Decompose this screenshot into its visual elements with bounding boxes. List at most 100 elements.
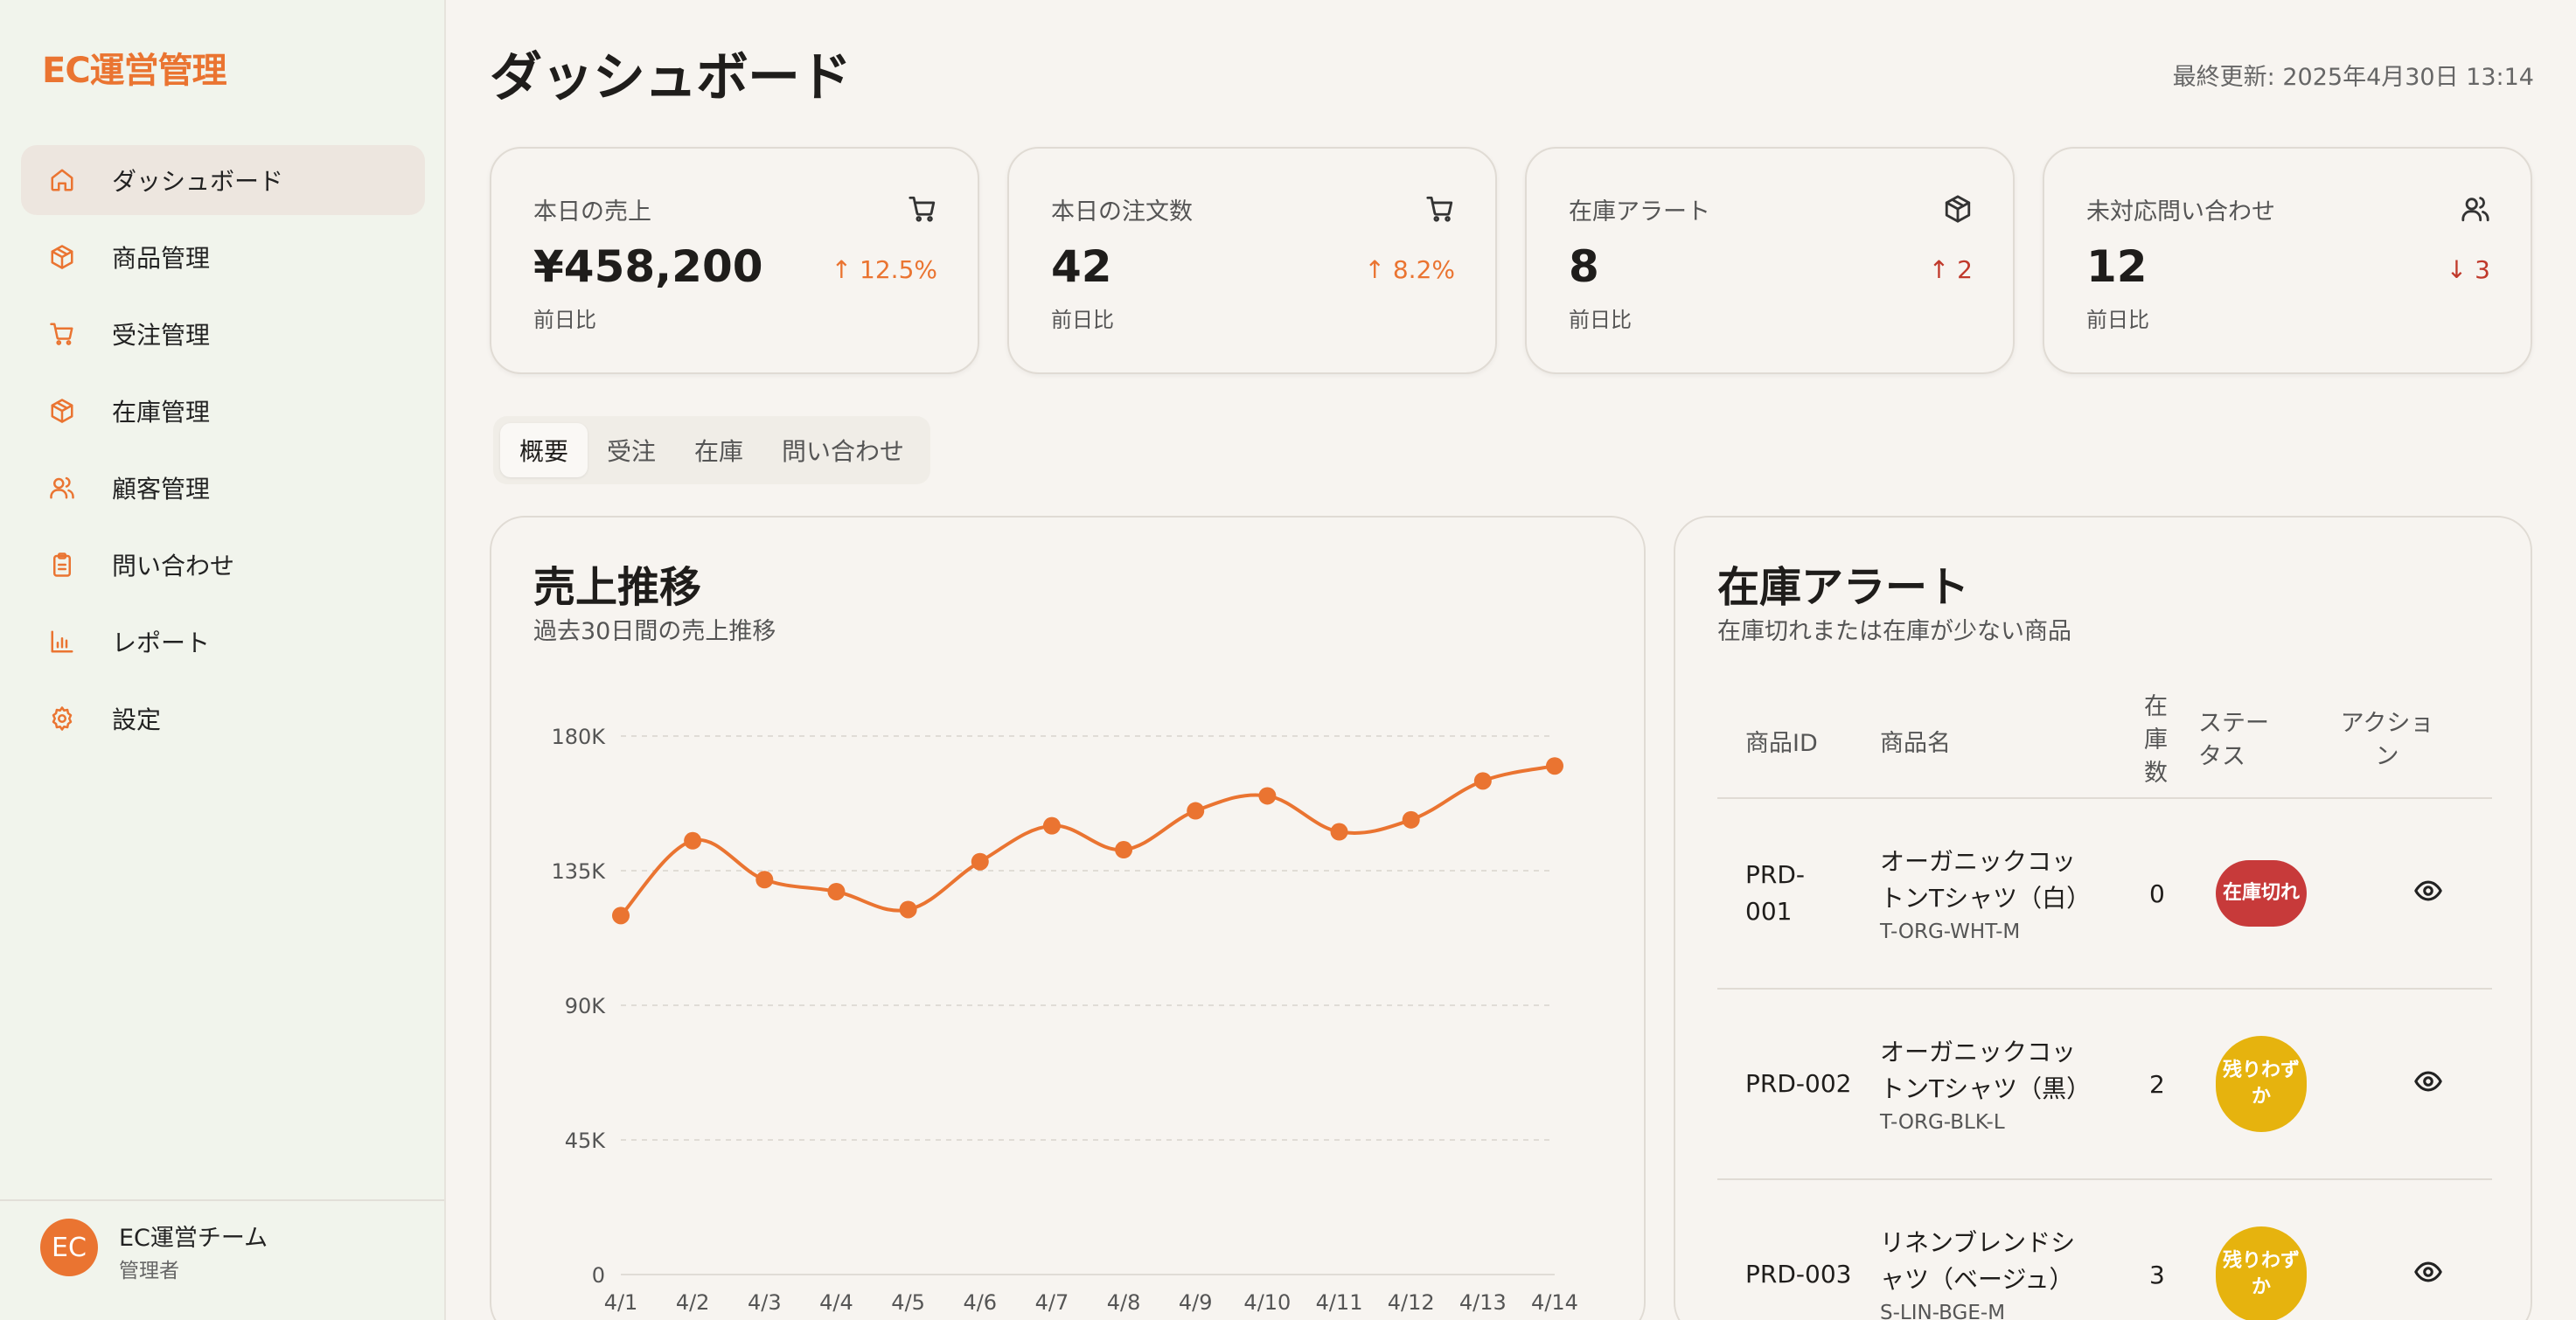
kpi-value: 42	[1051, 241, 1112, 292]
data-point	[1258, 787, 1277, 805]
kpi-value: 8	[1569, 241, 1599, 292]
status-badge: 在庫切れ	[2216, 860, 2307, 927]
product-sku: T-ORG-BLK-L	[1880, 1111, 2005, 1134]
sidebar-item-reports[interactable]: レポート	[21, 607, 425, 677]
table-row: PRD-001 オーガニックコットンTシャツ（白） T-ORG-WHT-M 0 …	[1717, 799, 2492, 990]
col-header-action: アクション	[2340, 710, 2434, 770]
last-updated: 最終更新: 2025年4月30日 13:14	[2172, 64, 2534, 91]
eye-icon	[2413, 1066, 2443, 1102]
view-button[interactable]	[2364, 1257, 2492, 1293]
kpi-sub: 前日比	[2086, 308, 2149, 332]
stock-qty: 2	[2149, 1069, 2165, 1099]
kpi-sub: 前日比	[533, 308, 596, 332]
x-tick-label: 4/12	[1388, 1290, 1435, 1315]
data-point	[1115, 841, 1133, 859]
y-tick-label: 180K	[551, 725, 606, 749]
sidebar-item-products[interactable]: 商品管理	[21, 222, 425, 292]
sidebar-item-dashboard[interactable]: ダッシュボード	[21, 145, 425, 215]
data-point	[612, 907, 630, 925]
product-name: リネンブレンドシャツ（ベージュ）	[1880, 1228, 2076, 1294]
x-tick-label: 4/9	[1179, 1290, 1213, 1315]
view-button[interactable]	[2364, 876, 2492, 912]
home-icon	[47, 165, 77, 195]
main-content: ダッシュボード 最終更新: 2025年4月30日 13:14 本日の売上 ¥45…	[446, 0, 2576, 1320]
data-point	[899, 900, 917, 919]
stock-alert-table: 商品ID 商品名 在庫数 ステータス アクション PRD-001 オーガニックコ…	[1717, 684, 2492, 1320]
y-tick-label: 0	[592, 1263, 605, 1288]
status-cell: 在庫切れ	[2198, 860, 2364, 927]
sidebar-item-inquiries[interactable]: 問い合わせ	[21, 530, 425, 600]
sidebar-item-customers[interactable]: 顧客管理	[21, 453, 425, 523]
sidebar-nav: ダッシュボード 商品管理 受注管理 在庫管理 顧客管理 問い合わせ レポート 設…	[21, 145, 425, 761]
box-icon	[47, 242, 77, 272]
sales-trend-card: 売上推移 過去30日間の売上推移 0 45K 90K 135K 180K 4/1 4/2 4/…	[490, 516, 1646, 1320]
kpi-card-stock-alerts: 在庫アラート 8 ↑ 2 前日比	[1525, 147, 2015, 374]
arrow-up-icon: ↑	[1364, 255, 1385, 284]
kpi-label: 在庫アラート	[1569, 198, 1710, 226]
user-role: 管理者	[119, 1260, 179, 1282]
users-icon	[2461, 194, 2490, 224]
kpi-change: ↑ 12.5%	[832, 255, 937, 284]
kpi-change: ↑ 2	[1929, 255, 1973, 284]
tab-inventory[interactable]: 在庫	[675, 423, 762, 477]
cart-icon	[1425, 194, 1455, 224]
kpi-change-value: 3	[2475, 255, 2490, 284]
avatar[interactable]: EC	[40, 1219, 98, 1276]
status-cell: 残りわずか	[2198, 1036, 2364, 1132]
product-id: PRD-001	[1745, 860, 1806, 926]
box-icon	[1943, 194, 1973, 224]
card-title: 在庫アラート	[1717, 563, 1970, 612]
view-button[interactable]	[2364, 1066, 2492, 1102]
kpi-change: ↓ 3	[2447, 255, 2490, 284]
col-header-status: ステータス	[2198, 710, 2269, 770]
kpi-sub: 前日比	[1051, 308, 1114, 332]
stock-alert-card: 在庫アラート 在庫切れまたは在庫が少ない商品 商品ID 商品名 在庫数 ステータ…	[1674, 516, 2532, 1320]
product-id: PRD-003	[1745, 1260, 1852, 1289]
users-icon	[47, 473, 77, 503]
col-header-id: 商品ID	[1745, 729, 1818, 757]
product-name: オーガニックコットンTシャツ（黒）	[1880, 1038, 2092, 1103]
x-tick-label: 4/11	[1316, 1290, 1363, 1315]
product-id: PRD-002	[1745, 1069, 1852, 1098]
data-point	[755, 871, 774, 889]
tab-overview[interactable]: 概要	[500, 423, 588, 477]
tab-list: 概要 受注 在庫 問い合わせ	[493, 416, 931, 484]
product-name-cell: リネンブレンドシャツ（ベージュ） S-LIN-BGE-M	[1852, 1225, 2099, 1320]
data-point	[1330, 823, 1348, 841]
sidebar-item-orders[interactable]: 受注管理	[21, 299, 425, 369]
user-profile[interactable]: EC EC運営チーム 管理者	[0, 1199, 444, 1320]
x-tick-label: 4/10	[1243, 1290, 1291, 1315]
product-sku: S-LIN-BGE-M	[1880, 1302, 2006, 1320]
kpi-sub: 前日比	[1569, 308, 1632, 332]
sidebar-item-label: 受注管理	[112, 321, 211, 350]
clipboard-icon	[47, 550, 77, 580]
x-tick-label: 4/4	[819, 1290, 853, 1315]
sidebar-item-settings[interactable]: 設定	[21, 684, 425, 754]
stock-qty: 0	[2149, 879, 2165, 908]
arrow-up-icon: ↑	[1928, 255, 1950, 284]
arrow-up-icon: ↑	[831, 255, 853, 284]
data-point	[684, 831, 702, 850]
gear-icon	[47, 704, 77, 733]
kpi-change: ↑ 8.2%	[1364, 255, 1455, 284]
page-title: ダッシュボード	[490, 47, 852, 108]
x-tick-label: 4/3	[748, 1290, 782, 1315]
brand-logo[interactable]: EC運営管理	[42, 42, 227, 93]
sidebar-item-label: 問い合わせ	[112, 552, 235, 580]
x-tick-label: 4/8	[1107, 1290, 1141, 1315]
x-tick-label: 4/6	[963, 1290, 997, 1315]
tab-inquiries[interactable]: 問い合わせ	[762, 423, 923, 477]
sidebar-item-inventory[interactable]: 在庫管理	[21, 376, 425, 446]
data-point	[971, 852, 989, 871]
kpi-card-inquiries: 未対応問い合わせ 12 ↓ 3 前日比	[2043, 147, 2532, 374]
kpi-value: 12	[2086, 241, 2148, 292]
tab-orders[interactable]: 受注	[588, 423, 675, 477]
y-tick-label: 45K	[565, 1129, 607, 1153]
kpi-change-value: 12.5%	[860, 255, 937, 284]
data-point	[827, 882, 846, 900]
x-tick-label: 4/13	[1459, 1290, 1507, 1315]
kpi-change-value: 2	[1957, 255, 1973, 284]
card-title: 売上推移	[533, 563, 702, 612]
data-point	[1187, 802, 1205, 820]
data-point	[1402, 810, 1420, 829]
